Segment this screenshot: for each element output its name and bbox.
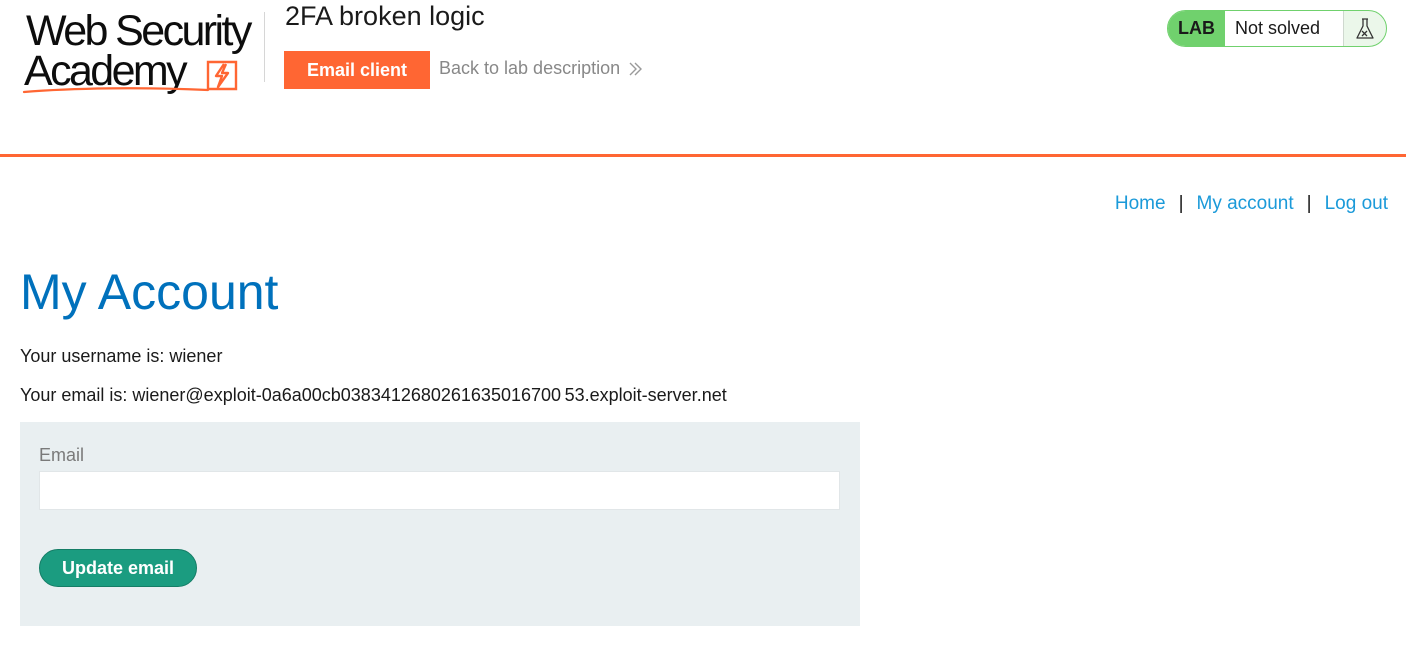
logo-underline-stroke [22, 87, 210, 94]
lab-title: 2FA broken logic [285, 1, 485, 31]
header-divider [264, 12, 265, 82]
update-email-button[interactable]: Update email [39, 549, 197, 587]
email-input[interactable] [39, 471, 840, 510]
site-header: Web Security Academy 2FA broken logic Em… [0, 0, 1406, 154]
nav-my-account-link[interactable]: My account [1197, 193, 1294, 215]
nav-home-link[interactable]: Home [1115, 193, 1166, 215]
web-security-academy-logo[interactable]: Web Security Academy [20, 6, 264, 96]
flask-icon-container [1344, 11, 1386, 46]
lab-status-text: Not solved [1225, 11, 1344, 46]
change-email-form: Email Update email [20, 422, 860, 626]
top-navigation: Home | My account | Log out [1115, 193, 1388, 215]
email-line: Your email is: wiener@exploit-0a6a00cb03… [20, 385, 727, 405]
header-orange-rule [0, 154, 1406, 157]
back-to-lab-description-link[interactable]: Back to lab description [439, 58, 643, 79]
page-title: My Account [20, 264, 279, 320]
nav-separator: | [1178, 193, 1184, 214]
nav-separator: | [1306, 193, 1312, 214]
double-chevron-right-icon [629, 62, 643, 75]
lab-status-widget: LAB Not solved [1167, 10, 1387, 47]
email-label: Email [39, 445, 85, 465]
nav-log-out-link[interactable]: Log out [1325, 193, 1388, 215]
back-link-label: Back to lab description [439, 58, 621, 78]
flask-icon [1356, 17, 1374, 39]
email-client-button[interactable]: Email client [284, 51, 430, 89]
username-line: Your username is: wiener [20, 346, 223, 366]
lab-badge: LAB [1168, 11, 1225, 46]
